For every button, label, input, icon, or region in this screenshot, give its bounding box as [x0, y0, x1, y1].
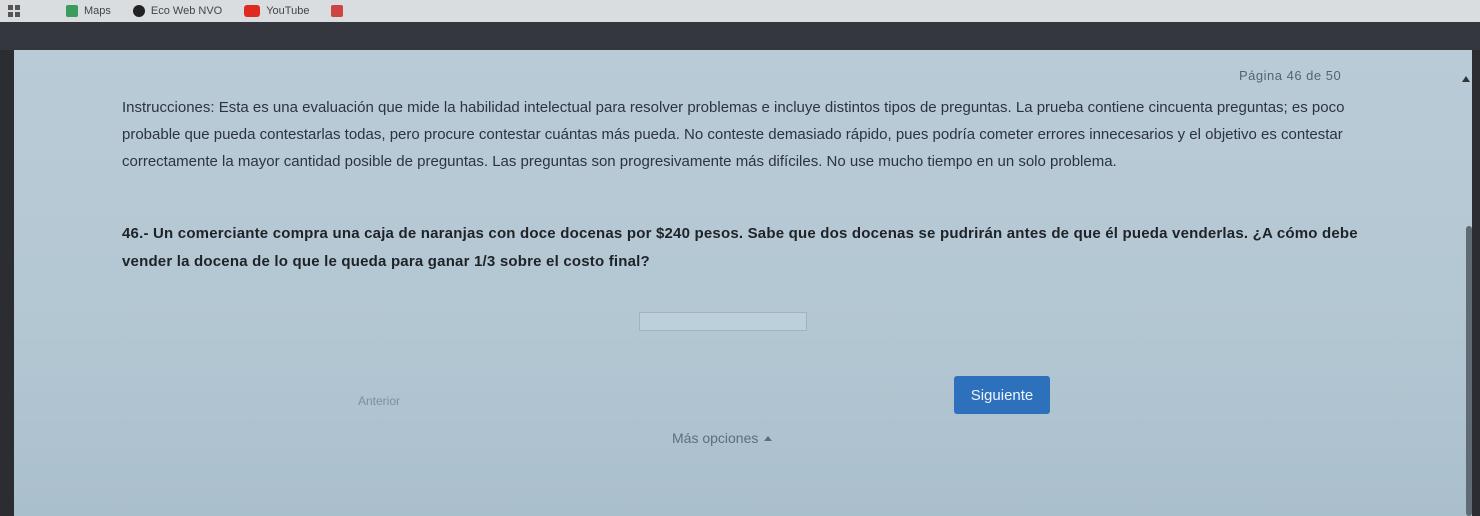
bookmark-youtube[interactable]: YouTube: [244, 5, 309, 17]
mail-icon: [331, 5, 344, 17]
more-options-toggle[interactable]: Más opciones: [672, 430, 773, 446]
more-options-label: Más opciones: [672, 430, 759, 446]
question-text: 46.- Un comerciante compra una caja de n…: [122, 225, 1358, 270]
scroll-up-arrow-icon[interactable]: [1462, 76, 1470, 82]
bookmark-eco-web[interactable]: Eco Web NVO: [132, 5, 223, 17]
globe-icon: [132, 5, 145, 17]
apps-grid-icon: [8, 5, 20, 17]
bookmark-apps[interactable]: [8, 5, 26, 17]
previous-button[interactable]: Anterior: [358, 394, 400, 408]
bookmark-label: YouTube: [266, 5, 310, 17]
next-button[interactable]: Siguiente: [954, 376, 1050, 414]
bookmark-mail[interactable]: [331, 5, 349, 17]
page-indicator: Página 46 de 50: [1239, 68, 1342, 83]
youtube-icon: [244, 5, 261, 17]
exam-page: Página 46 de 50 Instrucciones: Esta es u…: [14, 50, 1472, 516]
scrollbar-thumb[interactable]: [1466, 226, 1472, 516]
page-header-bar: [0, 22, 1480, 50]
bookmarks-bar: Maps Eco Web NVO YouTube: [0, 0, 1480, 22]
bookmark-label: Maps: [84, 5, 111, 17]
instructions-text: Instrucciones: Esta es una evaluación qu…: [122, 99, 1345, 170]
bookmark-label: Eco Web NVO: [150, 5, 223, 17]
caret-up-icon: [764, 435, 773, 441]
maps-icon: [66, 5, 78, 17]
bookmark-maps[interactable]: Maps: [66, 5, 111, 17]
answer-input[interactable]: [639, 312, 807, 331]
